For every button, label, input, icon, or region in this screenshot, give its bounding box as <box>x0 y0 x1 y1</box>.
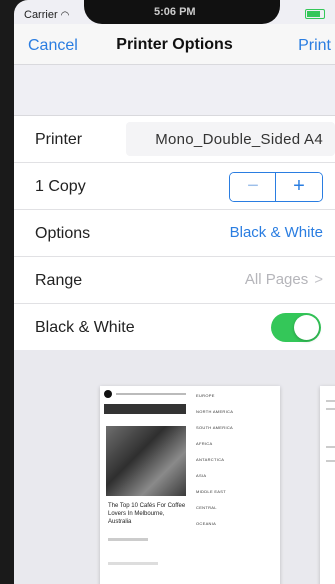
copies-stepper[interactable]: − + <box>229 172 323 202</box>
page-preview-1[interactable]: The Top 10 Cafés For Coffee Lovers In Me… <box>100 386 280 584</box>
options-list: Printer Mono_Double_Sided A4 1 Copy − + … <box>14 115 335 351</box>
preview2-line <box>326 408 335 410</box>
printer-row[interactable]: Printer Mono_Double_Sided A4 <box>14 116 335 163</box>
chevron-right-icon: > <box>314 271 323 288</box>
copies-row: 1 Copy − + <box>14 163 335 210</box>
range-value-wrap[interactable]: All Pages > <box>245 271 323 288</box>
preview-menu-item: ANTARCTICA <box>196 457 225 462</box>
battery-icon <box>305 9 325 19</box>
print-button[interactable]: Print <box>298 37 331 55</box>
preview2-line <box>326 446 335 448</box>
preview2-line <box>326 460 335 462</box>
options-label: Options <box>35 225 91 242</box>
preview2-line <box>326 400 335 402</box>
preview-menu-item: MIDDLE EAST <box>196 489 226 494</box>
preview-menu: EUROPE NORTH AMERICA SOUTH AMERICA AFRIC… <box>196 394 276 538</box>
preview-menu-item: AFRICA <box>196 441 213 446</box>
preview-share <box>108 562 158 565</box>
bw-row: Black & White <box>14 304 335 350</box>
preview-menu-item: OCEANIA <box>196 521 217 526</box>
options-row[interactable]: Options Black & White <box>14 210 335 257</box>
device-screen: Carrier ◠ 5:06 PM Cancel Printer Options … <box>14 0 335 584</box>
range-label: Range <box>35 272 83 289</box>
status-time: 5:06 PM <box>154 6 196 18</box>
increment-button[interactable]: + <box>275 173 322 201</box>
page-title: Printer Options <box>116 36 233 53</box>
options-value[interactable]: Black & White <box>230 224 323 241</box>
range-value: All Pages <box>244 271 309 288</box>
preview-menu-item: SOUTH AMERICA <box>196 425 234 430</box>
printer-select[interactable]: Mono_Double_Sided A4 <box>126 122 335 156</box>
preview-nav <box>116 393 186 395</box>
preview-menu-item: CENTRAL <box>196 505 217 510</box>
preview-caption: The Top 10 Cafés For Coffee Lovers In Me… <box>108 503 186 525</box>
preview-photo <box>106 426 186 496</box>
navigation-bar: Cancel Printer Options Print <box>14 24 335 65</box>
range-row[interactable]: Range All Pages > <box>14 257 335 304</box>
preview-menu-item: ASIA <box>196 473 207 478</box>
preview-menu-item: NORTH AMERICA <box>196 409 234 414</box>
bw-label: Black & White <box>35 319 135 336</box>
printer-label: Printer <box>35 131 83 148</box>
decrement-button[interactable]: − <box>230 173 276 201</box>
bw-toggle[interactable] <box>271 313 321 342</box>
section-spacer <box>14 65 335 115</box>
preview-logo <box>104 390 112 398</box>
print-preview: The Top 10 Cafés For Coffee Lovers In Me… <box>14 350 335 584</box>
printer-value: Mono_Double_Sided A4 <box>155 131 323 148</box>
copies-label: 1 Copy <box>35 178 86 195</box>
preview-meta <box>108 538 148 541</box>
preview-header <box>100 386 190 416</box>
carrier-label: Carrier ◠ <box>24 9 70 21</box>
wifi-icon: ◠ <box>60 10 70 21</box>
preview-tiles <box>104 404 186 414</box>
page-preview-2[interactable] <box>320 386 335 584</box>
preview-menu-item: EUROPE <box>196 393 215 398</box>
toggle-knob <box>294 315 319 340</box>
